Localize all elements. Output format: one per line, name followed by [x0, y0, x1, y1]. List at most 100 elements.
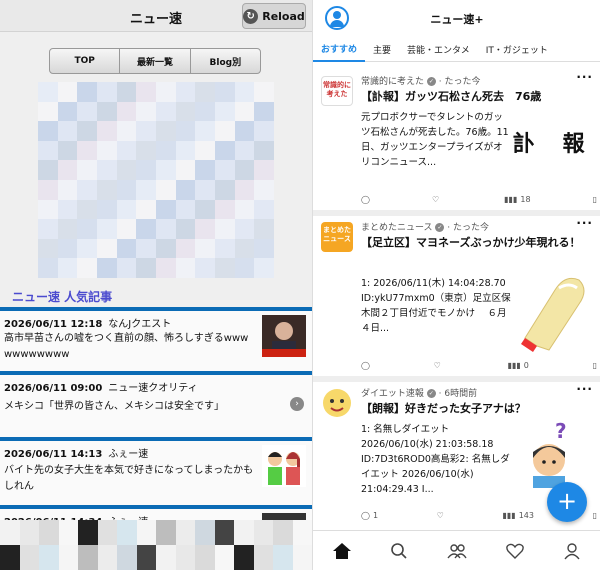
mosaic-tile	[77, 238, 97, 259]
card-time: たった今	[453, 223, 490, 233]
mosaic-tile	[38, 199, 58, 220]
chevron-right-icon: ›	[290, 397, 304, 411]
tab-recommended[interactable]: おすすめ	[313, 36, 366, 62]
bookmark-icon[interactable]: ▯	[593, 511, 597, 520]
people-icon[interactable]	[445, 539, 469, 563]
mosaic-tile	[38, 121, 58, 141]
article-row[interactable]: 2026/06/11 09:00 ニュー速クオリティ メキシコ「世界の皆さん、メキ…	[0, 371, 312, 437]
mosaic-tile	[57, 140, 78, 161]
mosaic-tile	[77, 82, 97, 102]
mosaic-tile	[96, 140, 117, 161]
more-menu-icon[interactable]: ···	[576, 216, 593, 230]
nav-blog[interactable]: Blog別	[191, 49, 260, 73]
add-post-button[interactable]: +	[547, 482, 587, 522]
mosaic-tile	[175, 219, 196, 239]
mosaic-tile	[214, 199, 235, 220]
article-date: 2026/06/11 09:00	[4, 383, 103, 394]
mosaic-tile	[116, 101, 137, 122]
card-source: 常識的に考えた	[361, 77, 425, 87]
news-card[interactable]: 常識的に考えた 常識的に考えた ✓ · たった今 ··· 【訃報】ガッツ石松さん…	[313, 70, 600, 216]
mosaic-tile	[38, 160, 58, 180]
bookmark-icon[interactable]: ▯	[593, 361, 597, 370]
article-date: 2026/06/11 12:18	[4, 319, 103, 330]
article-thumbnail	[262, 315, 306, 357]
mosaic-tile	[214, 545, 234, 570]
article-row[interactable]: 2026/06/11 14:13 ふぇー速 バイト先の女子大生を本気で好きになって…	[0, 437, 312, 505]
mosaic-tile	[234, 520, 254, 545]
mosaic-tile	[155, 140, 176, 161]
like-icon[interactable]: ♡	[434, 361, 444, 370]
comment-icon[interactable]: ◯ 1	[361, 511, 378, 520]
mosaic-tile	[116, 180, 137, 200]
mosaic-tile	[254, 140, 274, 161]
profile-nav-icon[interactable]	[560, 539, 584, 563]
mosaic-tile	[136, 238, 156, 259]
mosaic-tile	[195, 180, 215, 200]
mosaic-tile	[57, 219, 78, 239]
mosaic-tile	[234, 180, 255, 200]
mosaic-tile	[0, 520, 20, 545]
source-logo: 常識的に考えた	[321, 76, 353, 106]
mosaic-tile	[155, 219, 176, 239]
mosaic-tile	[57, 121, 78, 141]
left-header: ニュー速 ↻ Reload	[0, 0, 312, 32]
bookmark-icon[interactable]: ▯	[593, 195, 597, 204]
mosaic-tile	[156, 545, 176, 570]
like-icon[interactable]: ♡	[437, 511, 444, 520]
mosaic-tile	[57, 199, 78, 220]
tab-it-gadget[interactable]: IT・ガジェット	[478, 36, 556, 62]
mosaic-tile	[254, 199, 274, 220]
mosaic-tile	[254, 238, 274, 259]
news-card[interactable]: まとめたニュース まとめたニュース ✓ · たった今 ··· 【足立区】マヨネー…	[313, 216, 600, 382]
mosaic-tile	[38, 180, 58, 200]
tab-entertainment[interactable]: 芸能・エンタメ	[399, 36, 478, 62]
more-menu-icon[interactable]: ···	[576, 70, 593, 84]
views-count: 143	[518, 510, 534, 520]
banner-image-blurred[interactable]	[38, 82, 274, 278]
views-count: 18	[520, 194, 531, 204]
mosaic-tile	[254, 121, 274, 141]
svg-text:?: ?	[555, 422, 567, 443]
source-logo: まとめたニュース	[321, 222, 353, 252]
nav-top[interactable]: TOP	[50, 49, 121, 73]
heart-icon[interactable]	[503, 539, 527, 563]
mosaic-tile	[57, 101, 78, 122]
views-icon[interactable]: ▮▮▮ 0	[508, 361, 529, 370]
article-source: なんJクエスト	[108, 319, 172, 330]
search-icon[interactable]	[387, 539, 411, 563]
views-icon[interactable]: ▮▮▮ 143	[502, 511, 534, 520]
mosaic-tile	[58, 545, 78, 570]
right-app: ニュー速+ おすすめ 主要 芸能・エンタメ IT・ガジェット 常識的に考えた 常…	[312, 0, 600, 570]
comment-icon[interactable]: ◯	[361, 361, 370, 370]
mosaic-tile	[214, 121, 235, 141]
more-menu-icon[interactable]: ···	[576, 382, 593, 396]
mosaic-tile	[155, 258, 176, 278]
card-title: 【足立区】マヨネーズぶっかけ少年現れる！	[361, 236, 581, 249]
mosaic-tile	[234, 219, 255, 239]
mosaic-tile	[96, 82, 117, 102]
comment-icon[interactable]: ◯	[361, 195, 370, 204]
mosaic-tile	[116, 121, 137, 141]
mosaic-tile	[254, 82, 274, 102]
home-icon[interactable]	[330, 539, 354, 563]
mosaic-tile	[96, 219, 117, 239]
mosaic-tile	[273, 520, 293, 545]
mosaic-tile	[254, 101, 274, 122]
like-icon[interactable]: ♡	[432, 195, 442, 204]
views-icon[interactable]: ▮▮▮ 18	[504, 195, 530, 204]
mosaic-tile	[234, 258, 255, 278]
card-body: 1: 2026/06/11(木) 14:04:28.70 ID:ykU77mxm…	[361, 278, 511, 334]
mosaic-tile	[117, 545, 137, 570]
mosaic-tile	[39, 520, 59, 545]
mosaic-tile	[175, 238, 196, 259]
reload-button[interactable]: ↻ Reload	[242, 3, 306, 29]
mosaic-tile	[234, 199, 255, 220]
nav-latest[interactable]: 最新一覧	[120, 49, 191, 73]
bottom-ad-blurred[interactable]	[0, 520, 312, 570]
mosaic-tile	[39, 545, 59, 570]
mosaic-tile	[96, 238, 117, 259]
article-row[interactable]: 2026/06/11 12:18 なんJクエスト 高市早苗さんの嘘をつく直前の顔、…	[0, 307, 312, 371]
mosaic-tile	[96, 199, 117, 220]
tab-main[interactable]: 主要	[365, 36, 399, 62]
article-source: ニュー速クオリティ	[108, 383, 198, 394]
